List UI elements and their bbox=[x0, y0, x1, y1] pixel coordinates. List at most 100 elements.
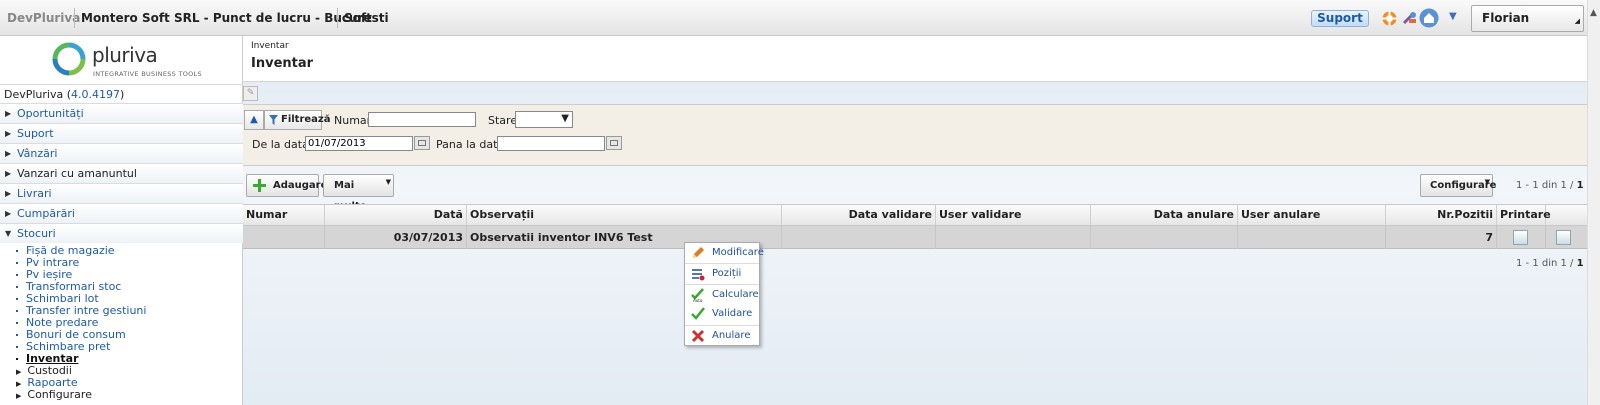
filter-button[interactable]: Filtrează bbox=[264, 110, 331, 130]
sidebar-folder-configurare[interactable]: ▶ Configurare bbox=[16, 389, 92, 402]
menu-item-anulare[interactable]: Anulare bbox=[685, 325, 759, 345]
col-user-validare[interactable]: User validare bbox=[936, 205, 1091, 225]
version-info: DevPluriva (4.0.4197) bbox=[4, 88, 125, 101]
col-data-validare[interactable]: Data validare bbox=[782, 205, 936, 225]
chevron-down-icon: ▼ bbox=[1484, 178, 1490, 186]
pager-bottom: 1 - 1 din 1 / 1 bbox=[1516, 258, 1584, 269]
preview-icon[interactable] bbox=[1556, 230, 1571, 245]
col-user-anulare[interactable]: User anulare bbox=[1238, 205, 1386, 225]
main-content: Inventar Inventar ✎ ▲ Filtrează Numar St… bbox=[243, 36, 1587, 405]
nav-group-cumparari[interactable]: ▶ Cumpărări bbox=[0, 203, 243, 223]
col-nr-pozitii[interactable]: Nr.Pozitii bbox=[1386, 205, 1497, 225]
pluriva-logo-icon bbox=[52, 42, 86, 76]
chevron-down-icon[interactable]: ▼ bbox=[1449, 11, 1457, 22]
cell-numar bbox=[243, 226, 325, 249]
cancel-x-icon bbox=[691, 329, 705, 343]
nav-group-label: Oportunități bbox=[17, 107, 84, 120]
env-name[interactable]: DevPluriva bbox=[7, 11, 80, 25]
menu-item-label: Modificare bbox=[712, 247, 764, 258]
caret-down-icon: ▼ bbox=[5, 229, 12, 238]
chevron-down-icon: ▼ bbox=[385, 178, 391, 186]
cell-data: 03/07/2013 bbox=[325, 226, 467, 249]
numar-label: Numar bbox=[334, 114, 372, 127]
nav-group-label: Livrari bbox=[17, 187, 52, 200]
calendar-icon[interactable] bbox=[414, 136, 430, 150]
user-menu-button[interactable]: Florian Chihalau ◢ bbox=[1471, 5, 1584, 50]
brand-name: pluriva bbox=[92, 43, 158, 67]
lifebuoy-icon[interactable] bbox=[1381, 10, 1398, 27]
menu-item-calculare[interactable]: Auto Calculare bbox=[685, 284, 759, 304]
col-numar[interactable]: Numar bbox=[243, 205, 325, 225]
brand-tagline: INTEGRATIVE BUSINESS TOOLS bbox=[93, 70, 202, 78]
pana-la-data-label: Pana la data bbox=[436, 138, 505, 151]
scroll-up-icon[interactable]: ▲ bbox=[1590, 8, 1597, 18]
filter-button-label: Filtrează bbox=[281, 114, 331, 125]
menu-item-label: Poziții bbox=[712, 268, 742, 279]
menu-item-modificare[interactable]: Modificare bbox=[685, 243, 764, 263]
calendar-icon[interactable] bbox=[606, 136, 622, 150]
add-button-label: Adaugare bbox=[273, 180, 328, 191]
caret-right-icon: ▶ bbox=[5, 189, 12, 198]
menu-item-label: Anulare bbox=[712, 330, 751, 341]
nav-group-stocuri[interactable]: ▼ Stocuri bbox=[0, 223, 243, 243]
tools-icon[interactable] bbox=[1401, 10, 1418, 27]
cell-data-anulare bbox=[1091, 226, 1238, 249]
list-edit-icon bbox=[692, 269, 705, 281]
check-icon bbox=[691, 307, 705, 320]
col-data-anulare[interactable]: Data anulare bbox=[1091, 205, 1238, 225]
edit-layout-icon[interactable]: ✎ bbox=[243, 86, 258, 101]
nav-group-livrari[interactable]: ▶ Livrari bbox=[0, 183, 243, 203]
divider bbox=[337, 8, 338, 28]
table-row[interactable]: 03/07/2013 Observatii inventor INV6 Test… bbox=[243, 226, 1587, 249]
collapse-filter-button[interactable]: ▲ bbox=[244, 110, 264, 130]
configure-button[interactable]: Configurare ▼ bbox=[1420, 174, 1496, 197]
cell-nr-pozitii: 7 bbox=[1386, 226, 1497, 249]
col-observatii[interactable]: Observații bbox=[467, 205, 782, 225]
menu-item-validare[interactable]: Validare bbox=[685, 304, 759, 324]
instance-name: DevPluriva bbox=[4, 88, 64, 101]
add-button[interactable]: Adaugare bbox=[246, 174, 327, 197]
print-icon[interactable] bbox=[1513, 230, 1528, 245]
plus-icon bbox=[253, 179, 266, 192]
nav-group-oportunitati[interactable]: ▶ Oportunități bbox=[0, 103, 243, 123]
divider bbox=[74, 8, 75, 28]
home-icon[interactable] bbox=[1419, 8, 1439, 28]
company-name[interactable]: Montero Soft SRL - Punct de lucru - Bucu… bbox=[81, 11, 389, 25]
menu-item-label: Calculare bbox=[712, 289, 759, 300]
pencil-icon bbox=[693, 247, 704, 258]
breadcrumb[interactable]: Inventar bbox=[251, 41, 289, 51]
col-data[interactable]: Dată bbox=[325, 205, 467, 225]
stare-label: Stare bbox=[488, 114, 518, 127]
caret-right-icon: ▶ bbox=[5, 109, 12, 118]
nav-group-label: Vânzări bbox=[17, 147, 58, 160]
nav-group-vanzari[interactable]: ▶ Vânzări bbox=[0, 143, 243, 163]
support-button[interactable]: Suport bbox=[1311, 10, 1369, 27]
stare-select[interactable]: ▼ bbox=[515, 111, 573, 128]
auto-check-icon: Auto bbox=[691, 288, 704, 302]
nav-group-label: Stocuri bbox=[17, 227, 56, 240]
caret-right-icon: ▶ bbox=[5, 209, 12, 218]
caret-right-icon: ▶ bbox=[5, 129, 12, 138]
menu-item-label: Validare bbox=[712, 308, 753, 319]
app-name[interactable]: Soft bbox=[344, 11, 372, 25]
cell-printare bbox=[1497, 226, 1546, 249]
numar-input[interactable] bbox=[368, 112, 476, 127]
more-button[interactable]: Mai multe... ▼ bbox=[323, 174, 394, 212]
logo[interactable]: pluriva INTEGRATIVE BUSINESS TOOLS bbox=[0, 36, 243, 85]
version-number[interactable]: 4.0.4197 bbox=[71, 88, 120, 101]
nav-group-vanzari-amanuntul[interactable]: ▶ Vanzari cu amanuntul bbox=[0, 163, 243, 183]
chevron-down-icon: ▼ bbox=[561, 113, 569, 124]
menu-item-pozitii[interactable]: Poziții bbox=[685, 263, 759, 283]
nav-group-suport[interactable]: ▶ Suport bbox=[0, 123, 243, 143]
pana-la-data-input[interactable] bbox=[497, 136, 605, 151]
vertical-scrollbar[interactable]: ▲ bbox=[1587, 0, 1600, 405]
de-la-data-input[interactable] bbox=[305, 136, 413, 151]
funnel-icon bbox=[269, 115, 278, 125]
grid-header: Numar Dată Observații Data validare User… bbox=[243, 204, 1587, 226]
col-printare[interactable]: Printare bbox=[1497, 205, 1551, 225]
cell-user-anulare bbox=[1238, 226, 1386, 249]
top-bar: DevPluriva Montero Soft SRL - Punct de l… bbox=[0, 0, 1600, 50]
nav-group-label: Suport bbox=[17, 127, 54, 140]
nav-group-label: Cumpărări bbox=[17, 207, 75, 220]
nav-group-label: Vanzari cu amanuntul bbox=[17, 167, 137, 180]
